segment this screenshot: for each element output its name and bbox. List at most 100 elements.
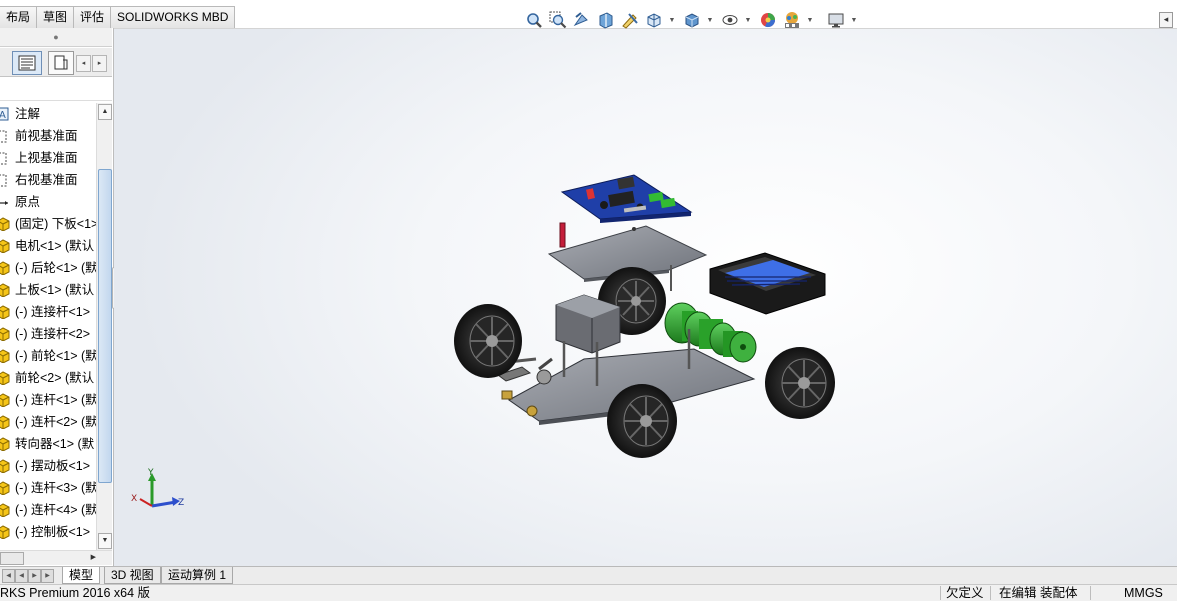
tree-item-origin[interactable]: 原点 — [0, 191, 96, 213]
tree-horizontal-scrollbar[interactable]: ▶ — [0, 550, 112, 565]
feature-tree: A 注解 前视基准面 上视基准面 右视基准面 原点 (固定) 下板<1> 电机<… — [0, 103, 96, 550]
tab-feature-tree[interactable] — [12, 51, 42, 75]
tab-mbd[interactable]: SOLIDWORKS MBD — [110, 6, 236, 28]
view-orientation-icon[interactable] — [644, 10, 664, 30]
tree-item-component[interactable]: (-) 连杆<1> (默 — [0, 389, 96, 411]
heads-up-view-toolbar: ▼ ▼ ▼ ▼ ▼ — [524, 10, 860, 30]
tree-item-label: 转向器<1> (默 — [15, 437, 95, 451]
tree-item-label: 注解 — [15, 107, 41, 121]
tree-item-component[interactable]: 上板<1> (默认 — [0, 279, 96, 301]
view-orientation-dropdown-icon[interactable]: ▼ — [668, 10, 676, 30]
tab-scroll-left-icon[interactable]: ◂ — [76, 55, 91, 72]
origin-icon — [0, 201, 8, 205]
apply-scene-dropdown-icon[interactable]: ▼ — [806, 10, 814, 30]
tree-item-component[interactable]: (-) 连杆<4> (默 — [0, 499, 96, 521]
previous-view-icon[interactable] — [572, 10, 592, 30]
panel-tab-strip: ◂ ▸ — [0, 48, 112, 77]
section-view-icon[interactable] — [596, 10, 616, 30]
tab-property-manager[interactable] — [48, 51, 74, 75]
tab-evaluate[interactable]: 评估 — [73, 6, 112, 28]
view-settings-icon[interactable] — [826, 10, 846, 30]
triad-x-label: X — [131, 494, 137, 504]
scroll-thumb[interactable] — [98, 169, 112, 483]
tree-item-right-plane[interactable]: 右视基准面 — [0, 169, 96, 191]
svg-text:A: A — [0, 110, 6, 121]
assembly-model[interactable]: Y Z X — [114, 29, 1177, 566]
tree-item-component[interactable]: 前轮<2> (默认 — [0, 367, 96, 389]
plane-icon — [0, 130, 7, 143]
tree-filter-area[interactable] — [0, 80, 112, 101]
hide-show-items-icon[interactable] — [720, 10, 740, 30]
view-settings-dropdown-icon[interactable]: ▼ — [850, 10, 858, 30]
motor[interactable] — [555, 294, 621, 354]
tree-item-top-plane[interactable]: 上视基准面 — [0, 147, 96, 169]
scroll-up-icon[interactable]: ▲ — [98, 104, 112, 120]
part-icon — [0, 481, 10, 495]
first-tab-icon[interactable]: ◀ — [2, 569, 15, 583]
tree-item-component[interactable]: (-) 连杆<2> (默 — [0, 411, 96, 433]
part-icon — [0, 239, 10, 253]
tree-item-component[interactable]: 转向器<1> (默 — [0, 433, 96, 455]
status-separator — [940, 586, 941, 600]
graphics-area[interactable]: Y Z X — [114, 29, 1177, 566]
tree-item-label: 前轮<2> (默认 — [15, 371, 95, 385]
status-separator — [1090, 586, 1091, 600]
edit-appearance-icon[interactable] — [758, 10, 778, 30]
rear-right-wheel[interactable] — [607, 384, 677, 458]
prev-tab-icon[interactable]: ◀ — [15, 569, 28, 583]
units-selector[interactable]: MMGS — [1124, 585, 1163, 601]
tree-item-front-plane[interactable]: 前视基准面 — [0, 125, 96, 147]
tab-scroll-right-icon[interactable]: ▸ — [92, 55, 107, 72]
tree-item-component[interactable]: (-) 连接杆<1> — [0, 301, 96, 323]
display-style-dropdown-icon[interactable]: ▼ — [706, 10, 714, 30]
tree-item-component[interactable]: 电机<1> (默认 — [0, 235, 96, 257]
tree-item-label: 原点 — [15, 195, 41, 209]
tree-item-annotations[interactable]: A 注解 — [0, 103, 96, 125]
front-left-wheel[interactable] — [454, 304, 522, 378]
triad-y-label: Y — [147, 468, 154, 478]
apply-scene-icon[interactable] — [782, 10, 802, 30]
definition-status: 欠定义 — [946, 586, 984, 600]
hscroll-thumb[interactable] — [0, 552, 24, 565]
command-tabs: 布局 草图 评估 SOLIDWORKS MBD — [0, 6, 236, 28]
zoom-to-fit-icon[interactable] — [524, 10, 544, 30]
tree-item-label: 前视基准面 — [15, 129, 78, 143]
panel-grip-icon[interactable]: ● — [0, 28, 112, 47]
part-icon — [0, 525, 10, 539]
last-tab-icon[interactable]: ▶ — [41, 569, 54, 583]
tree-item-component[interactable]: (固定) 下板<1> — [0, 213, 96, 235]
tree-item-label: 右视基准面 — [15, 173, 78, 187]
tab-motion-study[interactable]: 运动算例 1 — [161, 567, 234, 584]
display-style-icon[interactable] — [682, 10, 702, 30]
annotation-icon: A — [0, 107, 9, 121]
tree-item-label: (固定) 下板<1> — [15, 217, 96, 231]
reference-triad: Y Z X — [131, 468, 184, 508]
tree-item-component[interactable]: (-) 后轮<1> (默 — [0, 257, 96, 279]
part-icon — [0, 349, 10, 363]
task-pane-collapse-icon[interactable]: ◂ — [1159, 12, 1173, 28]
battery-box[interactable] — [709, 252, 826, 315]
tab-layout[interactable]: 布局 — [0, 6, 38, 28]
hide-show-dropdown-icon[interactable]: ▼ — [744, 10, 752, 30]
control-board[interactable] — [560, 174, 693, 223]
tree-item-component[interactable]: (-) 摆动板<1> — [0, 455, 96, 477]
scroll-right-icon[interactable]: ▶ — [91, 551, 96, 565]
tab-sketch[interactable]: 草图 — [36, 6, 75, 28]
dynamic-annotation-icon[interactable] — [620, 10, 640, 30]
zoom-to-area-icon[interactable] — [548, 10, 568, 30]
tree-item-component[interactable]: (-) 连杆<3> (默 — [0, 477, 96, 499]
tree-vertical-scrollbar[interactable]: ▲ ▼ — [96, 103, 112, 550]
tab-model[interactable]: 模型 — [62, 567, 101, 584]
tree-item-label: 上板<1> (默认 — [15, 283, 95, 297]
plane-icon — [0, 152, 7, 165]
edit-mode-status: 在编辑 装配体 — [999, 586, 1078, 600]
tree-item-component[interactable]: (-) 连接杆<2> — [0, 323, 96, 345]
tab-3d-views[interactable]: 3D 视图 — [104, 567, 161, 584]
next-tab-icon[interactable]: ▶ — [28, 569, 41, 583]
tree-item-label: (-) 连接杆<1> — [15, 305, 91, 319]
tree-item-component[interactable]: (-) 控制板<1> — [0, 521, 96, 543]
tree-item-component[interactable]: (-) 前轮<1> (默 — [0, 345, 96, 367]
front-right-wheel[interactable] — [765, 347, 835, 419]
scroll-down-icon[interactable]: ▼ — [98, 533, 112, 549]
app-name-label: RKS Premium 2016 x64 版 — [0, 586, 151, 600]
